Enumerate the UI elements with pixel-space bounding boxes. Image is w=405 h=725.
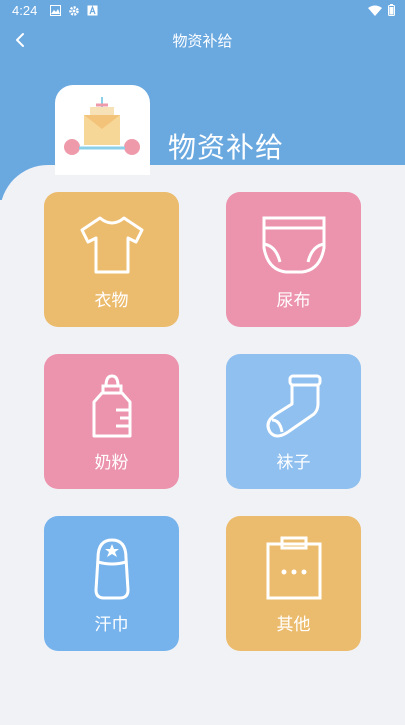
tile-milk-powder[interactable]: 奶粉	[44, 354, 179, 489]
text-a-icon	[87, 5, 98, 16]
tile-label: 其他	[276, 615, 311, 635]
supply-box-icon	[64, 97, 140, 155]
tile-label: 汗巾	[94, 615, 129, 635]
hero-title: 物资补给	[168, 131, 285, 164]
tile-label: 衣物	[94, 291, 129, 311]
tile-diaper[interactable]: 尿布	[226, 192, 361, 327]
tile-label: 袜子	[276, 453, 311, 473]
app-bar-title: 物资补给	[172, 32, 233, 50]
hero-card	[55, 85, 150, 175]
tile-other[interactable]: 其他	[226, 516, 361, 651]
status-time: 4:24	[12, 3, 38, 18]
image-icon	[50, 5, 61, 16]
battery-icon	[388, 4, 395, 16]
status-right-icons	[368, 4, 395, 16]
tile-socks[interactable]: 袜子	[226, 354, 361, 489]
diaper-icon	[262, 216, 325, 274]
tile-sweat-towel[interactable]: 汗巾	[44, 516, 179, 651]
tile-label: 尿布	[276, 291, 311, 311]
status-left-icons	[50, 5, 98, 17]
tile-label: 奶粉	[94, 453, 129, 473]
sock-icon	[266, 374, 321, 438]
shirt-icon	[80, 216, 143, 274]
settings-gear-icon	[69, 6, 79, 16]
app-bar: 物资补给	[0, 22, 405, 56]
wifi-icon	[368, 5, 382, 16]
sweat-towel-icon	[94, 538, 129, 600]
more-box-icon	[266, 536, 321, 600]
tile-clothes[interactable]: 衣物	[44, 192, 179, 327]
status-bar: 4:24	[0, 0, 405, 22]
baby-bottle-icon	[92, 374, 131, 438]
